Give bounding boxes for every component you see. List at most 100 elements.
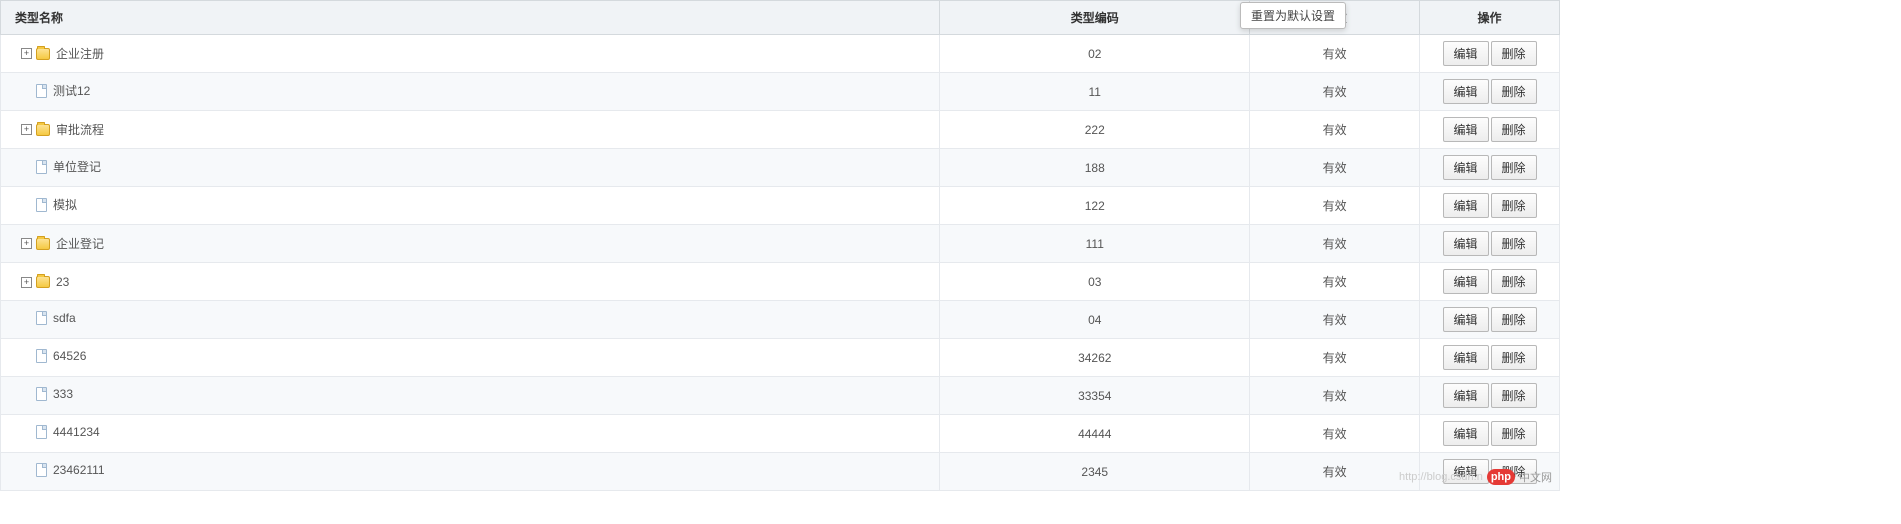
cell-name: + 企业注册 (1, 35, 940, 73)
watermark-cn: 中文网 (1519, 469, 1552, 485)
table-row[interactable]: +企业登记111有效编辑删除 (1, 225, 1560, 263)
row-name-label: sdfa (53, 311, 76, 325)
cell-valid: 有效 (1250, 111, 1420, 149)
cell-action: 编辑删除 (1420, 111, 1560, 149)
cell-action: 编辑删除 (1420, 301, 1560, 339)
delete-button[interactable]: 删除 (1491, 193, 1537, 218)
expand-icon[interactable]: + (21, 48, 32, 59)
edit-button[interactable]: 编辑 (1443, 231, 1489, 256)
edit-button[interactable]: 编辑 (1443, 79, 1489, 104)
edit-button[interactable]: 编辑 (1443, 117, 1489, 142)
type-table: 类型名称 类型编码 有效 操作 +企业注册02有效编辑删除测试1211有效编辑删… (0, 0, 1560, 491)
file-icon (36, 387, 47, 401)
edit-button[interactable]: 编辑 (1443, 193, 1489, 218)
expand-icon[interactable]: + (21, 277, 32, 288)
cell-action: 编辑删除 (1420, 149, 1560, 187)
delete-button[interactable]: 删除 (1491, 41, 1537, 66)
row-name-label: 23462111 (53, 463, 105, 477)
cell-valid: 有效 (1250, 339, 1420, 377)
table-row[interactable]: 234621112345有效编辑删除 (1, 453, 1560, 491)
cell-code: 2345 (940, 453, 1250, 491)
folder-icon (36, 124, 50, 136)
folder-icon (36, 238, 50, 250)
cell-code: 122 (940, 187, 1250, 225)
cell-code: 34262 (940, 339, 1250, 377)
file-icon (36, 425, 47, 439)
cell-valid: 有效 (1250, 225, 1420, 263)
row-name-label: 单位登记 (53, 158, 101, 175)
delete-button[interactable]: 删除 (1491, 421, 1537, 446)
table-row[interactable]: +企业注册02有效编辑删除 (1, 35, 1560, 73)
cell-name: 333 (1, 377, 940, 415)
file-icon (36, 160, 47, 174)
row-name-label: 测试12 (53, 82, 90, 99)
edit-button[interactable]: 编辑 (1443, 421, 1489, 446)
table-row[interactable]: 33333354有效编辑删除 (1, 377, 1560, 415)
delete-button[interactable]: 删除 (1491, 231, 1537, 256)
file-icon (36, 463, 47, 477)
edit-button[interactable]: 编辑 (1443, 269, 1489, 294)
table-row[interactable]: 64526 34262有效编辑删除 (1, 339, 1560, 377)
cell-valid: 有效 (1250, 73, 1420, 111)
delete-button[interactable]: 删除 (1491, 307, 1537, 332)
table-row[interactable]: 444123444444有效编辑删除 (1, 415, 1560, 453)
cell-code: 02 (940, 35, 1250, 73)
watermark-logo: php (1487, 469, 1515, 485)
row-name-label: 333 (53, 387, 73, 401)
header-code[interactable]: 类型编码 (940, 1, 1250, 35)
cell-valid: 有效 (1250, 149, 1420, 187)
cell-code: 04 (940, 301, 1250, 339)
table-row[interactable]: 单位登记188有效编辑删除 (1, 149, 1560, 187)
table-row[interactable]: +23 03有效编辑删除 (1, 263, 1560, 301)
row-name-label: 企业登记 (56, 235, 104, 252)
row-name-label: 23 (56, 275, 69, 289)
header-name[interactable]: 类型名称 (1, 1, 940, 35)
cell-name: sdfa (1, 301, 940, 339)
cell-valid: 有效 (1250, 263, 1420, 301)
row-name-label: 审批流程 (56, 121, 104, 138)
row-name-label: 企业注册 (56, 45, 104, 62)
delete-button[interactable]: 删除 (1491, 383, 1537, 408)
edit-button[interactable]: 编辑 (1443, 345, 1489, 370)
expand-icon[interactable]: + (21, 238, 32, 249)
folder-icon (36, 48, 50, 60)
folder-icon (36, 276, 50, 288)
cell-action: 编辑删除 (1420, 377, 1560, 415)
cell-name: 4441234 (1, 415, 940, 453)
delete-button[interactable]: 删除 (1491, 155, 1537, 180)
delete-button[interactable]: 删除 (1491, 117, 1537, 142)
file-icon (36, 84, 47, 98)
edit-button[interactable]: 编辑 (1443, 41, 1489, 66)
table-row[interactable]: sdfa 04有效编辑删除 (1, 301, 1560, 339)
file-icon (36, 311, 47, 325)
cell-action: 编辑删除 (1420, 415, 1560, 453)
file-icon (36, 198, 47, 212)
cell-valid: 有效 (1250, 301, 1420, 339)
cell-action: 编辑删除 (1420, 73, 1560, 111)
watermark-url: http://blog.csdn.n (1399, 471, 1483, 483)
edit-button[interactable]: 编辑 (1443, 307, 1489, 332)
delete-button[interactable]: 删除 (1491, 345, 1537, 370)
cell-name: + 审批流程 (1, 111, 940, 149)
table-row[interactable]: 测试1211有效编辑删除 (1, 73, 1560, 111)
file-icon (36, 349, 47, 363)
edit-button[interactable]: 编辑 (1443, 155, 1489, 180)
cell-name: 单位登记 (1, 149, 940, 187)
cell-action: 编辑删除 (1420, 263, 1560, 301)
cell-name: 23462111 (1, 453, 940, 491)
table-row[interactable]: 模拟122有效编辑删除 (1, 187, 1560, 225)
cell-name: + 企业登记 (1, 225, 940, 263)
cell-valid: 有效 (1250, 187, 1420, 225)
delete-button[interactable]: 删除 (1491, 79, 1537, 104)
header-action: 操作 (1420, 1, 1560, 35)
row-name-label: 4441234 (53, 425, 100, 439)
expand-icon[interactable]: + (21, 124, 32, 135)
table-row[interactable]: +审批流程222有效编辑删除 (1, 111, 1560, 149)
cell-valid: 有效 (1250, 377, 1420, 415)
row-name-label: 64526 (53, 349, 86, 363)
cell-action: 编辑删除 (1420, 35, 1560, 73)
edit-button[interactable]: 编辑 (1443, 383, 1489, 408)
delete-button[interactable]: 删除 (1491, 269, 1537, 294)
cell-code: 03 (940, 263, 1250, 301)
cell-action: 编辑删除 (1420, 339, 1560, 377)
